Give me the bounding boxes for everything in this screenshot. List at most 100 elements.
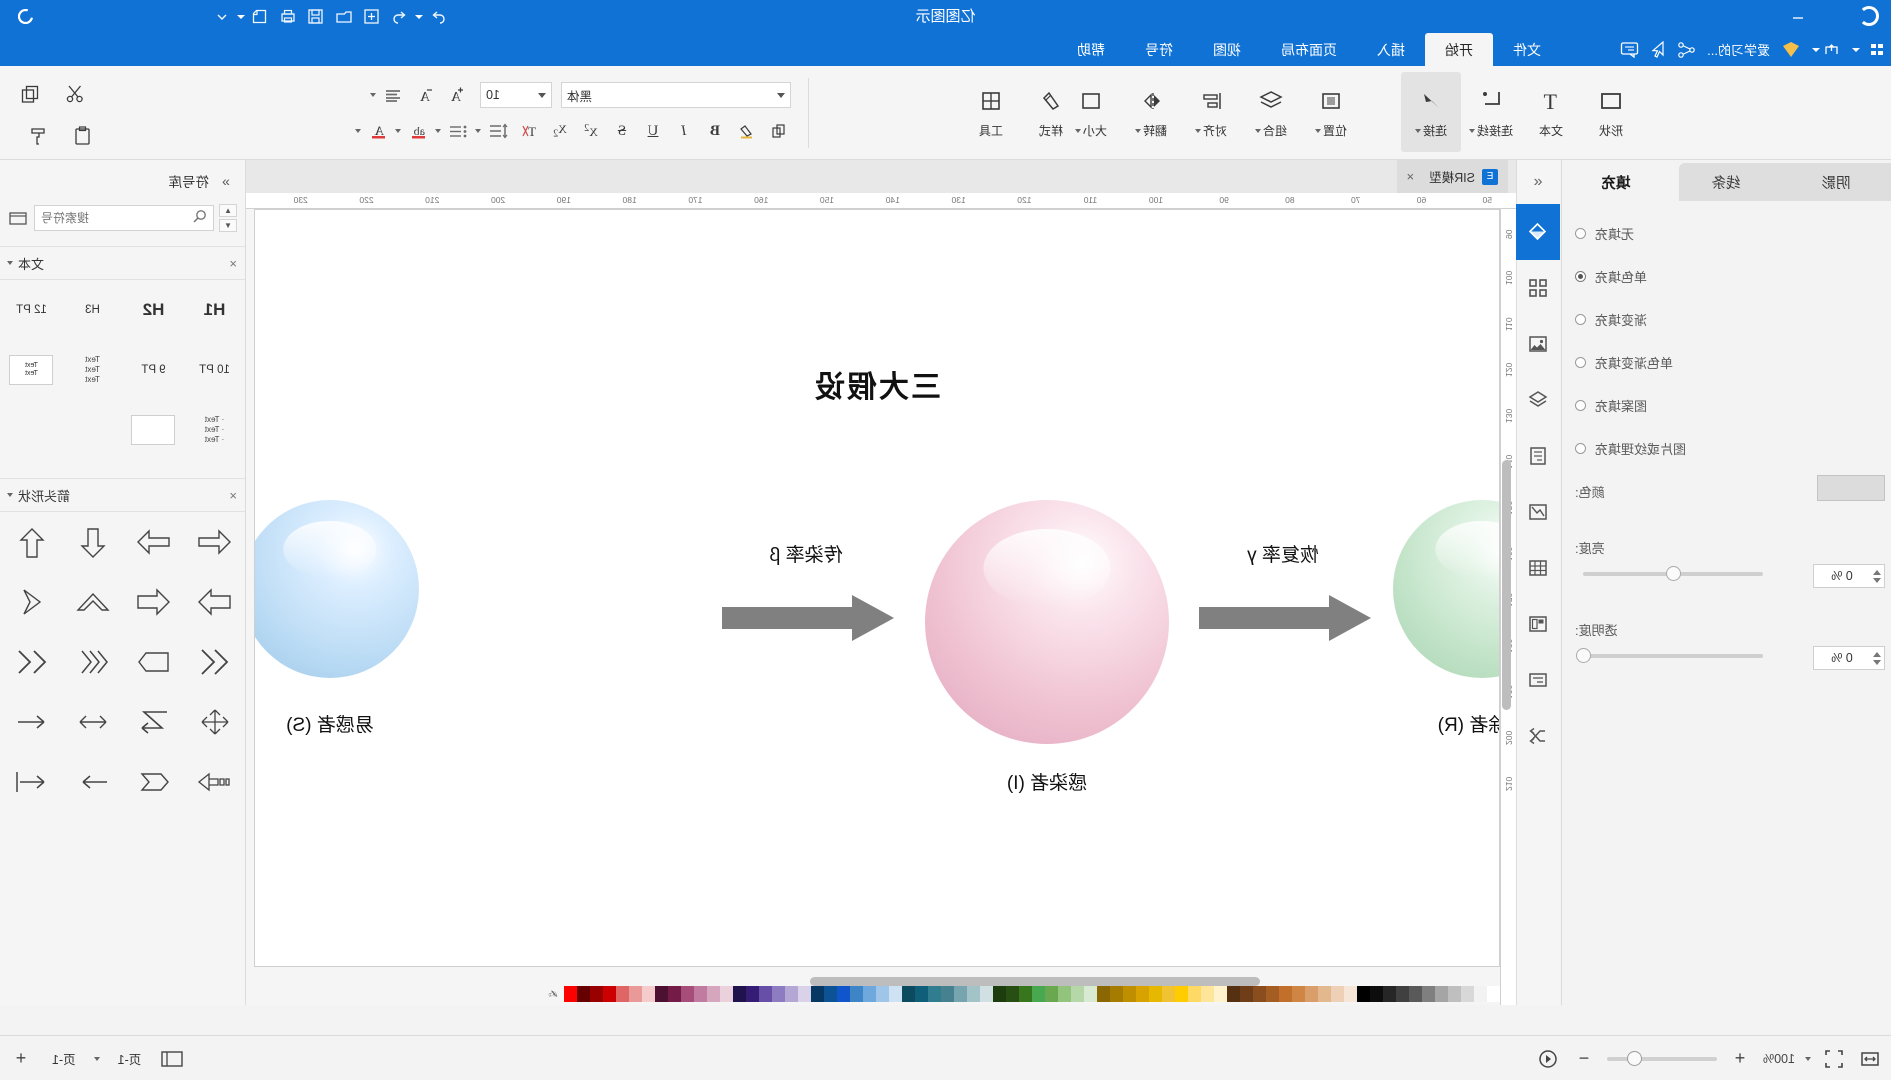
close-icon[interactable]: × <box>229 488 237 503</box>
symbol-arrow-left-double-outline-icon[interactable] <box>184 632 245 692</box>
fill-option-solid[interactable]: 单色填充 <box>1561 255 1891 298</box>
page-tab[interactable]: 页-1 <box>46 1047 82 1070</box>
palette-swatch[interactable] <box>1045 986 1058 1002</box>
palette-swatch[interactable] <box>1357 986 1370 1002</box>
expand-icon[interactable]: » <box>215 170 237 192</box>
arrow-gamma[interactable] <box>1199 595 1371 641</box>
align-text-icon[interactable] <box>379 82 407 108</box>
diagram-title[interactable]: 三大假设 <box>813 362 941 406</box>
tab-view[interactable]: 视图 <box>1193 33 1261 66</box>
stepper-up-icon[interactable]: ▲ <box>219 204 237 217</box>
palette-swatch[interactable] <box>863 986 876 1002</box>
symbol-scroll-stepper[interactable]: ▲ ▼ <box>219 204 237 232</box>
subscript-icon[interactable]: X2 <box>546 118 574 144</box>
notes-tool-icon[interactable] <box>1516 652 1560 708</box>
arrow-gamma-label[interactable]: 恢复率 γ <box>1198 540 1368 567</box>
palette-swatch[interactable] <box>564 986 577 1002</box>
symbol-arrow-quad-icon[interactable] <box>184 692 245 752</box>
node-susceptible-label[interactable]: 易感者 (S) <box>254 710 419 737</box>
palette-swatch[interactable] <box>980 986 993 1002</box>
symbol-item-text-empty-box[interactable] <box>123 400 184 460</box>
paste-button[interactable] <box>60 116 104 156</box>
symbol-arrow-left-icon[interactable] <box>184 512 245 572</box>
palette-swatch[interactable] <box>1266 986 1279 1002</box>
palette-swatch[interactable] <box>1331 986 1344 1002</box>
palette-swatch[interactable] <box>1292 986 1305 1002</box>
palette-swatch[interactable] <box>629 986 642 1002</box>
fill-color-swatch[interactable] <box>1817 475 1885 501</box>
shuffle-tool-icon[interactable] <box>1516 708 1560 764</box>
palette-swatch[interactable] <box>733 986 746 1002</box>
palette-swatch[interactable] <box>824 986 837 1002</box>
page-layout-icon[interactable] <box>159 1046 185 1072</box>
line-spacing-icon[interactable] <box>484 118 512 144</box>
template-tool-icon[interactable] <box>1516 596 1560 652</box>
palette-swatch[interactable] <box>772 986 785 1002</box>
underline-icon[interactable]: U <box>639 118 667 144</box>
grow-font-icon[interactable]: A <box>441 82 469 108</box>
chevron-down-icon[interactable] <box>7 493 13 497</box>
font-size-select[interactable]: 10 <box>480 82 552 108</box>
palette-more-icon[interactable]: ✍ <box>542 985 564 1003</box>
brightness-stepper-arrows[interactable] <box>1870 565 1884 587</box>
node-removed[interactable] <box>1393 500 1500 678</box>
palette-swatch[interactable] <box>668 986 681 1002</box>
pointer-icon[interactable] <box>1651 41 1665 58</box>
node-removed-label[interactable]: 移除者 (R) <box>1393 710 1500 737</box>
format-tab-line[interactable]: 线条 <box>1671 163 1781 201</box>
tool-connector[interactable]: 连接线 <box>1461 72 1521 152</box>
palette-swatch[interactable] <box>1240 986 1253 1002</box>
palette-swatch[interactable] <box>1006 986 1019 1002</box>
palette-swatch[interactable] <box>811 986 824 1002</box>
symbol-item-10pt[interactable]: 10 PT <box>184 340 245 400</box>
palette-swatch[interactable] <box>889 986 902 1002</box>
radio-icon[interactable] <box>1575 400 1586 411</box>
tool-text[interactable]: T 文本 <box>1521 72 1581 152</box>
palette-swatch[interactable] <box>1305 986 1318 1002</box>
fill-option-gradient[interactable]: 渐变填充 <box>1561 298 1891 341</box>
close-icon[interactable]: × <box>1407 169 1415 184</box>
fit-width-icon[interactable] <box>1857 1046 1883 1072</box>
drawing-page[interactable]: 三大假设 易感者 (S) 感染者 (I) 移除者 (R) 传染率 β <box>254 209 1500 967</box>
library-icon[interactable] <box>7 207 29 229</box>
fill-tool-icon[interactable] <box>1516 204 1560 260</box>
transparency-stepper[interactable]: 0 % <box>1813 646 1885 670</box>
fill-option-picture[interactable]: 图片或纹理填充 <box>1561 427 1891 470</box>
symbol-arrows-triple-left-icon[interactable] <box>62 632 123 692</box>
zoom-dropdown-icon[interactable] <box>1805 1056 1811 1061</box>
symbol-arrow-bar-left-icon[interactable] <box>1 752 62 812</box>
tool-tools[interactable]: 工具 <box>961 72 1021 152</box>
brightness-stepper[interactable]: 0 % <box>1813 564 1885 588</box>
tool-group[interactable]: 组合 <box>1241 72 1301 152</box>
format-tab-fill[interactable]: 填充 <box>1561 163 1671 201</box>
fill-option-mono-gradient[interactable]: 单色渐变填充 <box>1561 341 1891 384</box>
symbol-item-9pt[interactable]: 9 PT <box>123 340 184 400</box>
symbol-arrow-z-icon[interactable] <box>123 692 184 752</box>
symbol-section-text-header[interactable]: × 文本 <box>0 246 245 280</box>
radio-icon[interactable] <box>1575 228 1586 239</box>
fit-page-icon[interactable] <box>1821 1046 1847 1072</box>
close-icon[interactable]: × <box>229 256 237 271</box>
strikethrough-icon[interactable]: S <box>608 118 636 144</box>
symbol-search-input[interactable] <box>41 211 188 225</box>
palette-swatch[interactable] <box>1123 986 1136 1002</box>
arrow-beta-label[interactable]: 传染率 β <box>721 540 891 567</box>
palette-swatch[interactable] <box>1344 986 1357 1002</box>
collapse-panel-icon[interactable]: « <box>1516 160 1560 204</box>
clear-format-icon[interactable]: T <box>515 118 543 144</box>
palette-swatch[interactable] <box>1461 986 1474 1002</box>
highlight-icon[interactable] <box>732 118 760 144</box>
share-icon[interactable] <box>1677 41 1695 58</box>
palette-swatch[interactable] <box>642 986 655 1002</box>
document-tool-icon[interactable] <box>1516 428 1560 484</box>
tool-style[interactable]: 样式 <box>1021 72 1081 152</box>
stepper-down-icon[interactable]: ▼ <box>219 219 237 232</box>
arrow-beta[interactable] <box>722 595 894 641</box>
scrollbar-thumb[interactable] <box>1502 460 1511 710</box>
palette-swatch[interactable] <box>1227 986 1240 1002</box>
format-painter-button[interactable] <box>16 116 60 156</box>
symbol-item-text-bullets[interactable]: · Text · Text · Text <box>184 400 245 460</box>
comment-icon[interactable] <box>1620 41 1639 58</box>
palette-swatch[interactable] <box>1058 986 1071 1002</box>
palette-swatch[interactable] <box>1474 986 1487 1002</box>
